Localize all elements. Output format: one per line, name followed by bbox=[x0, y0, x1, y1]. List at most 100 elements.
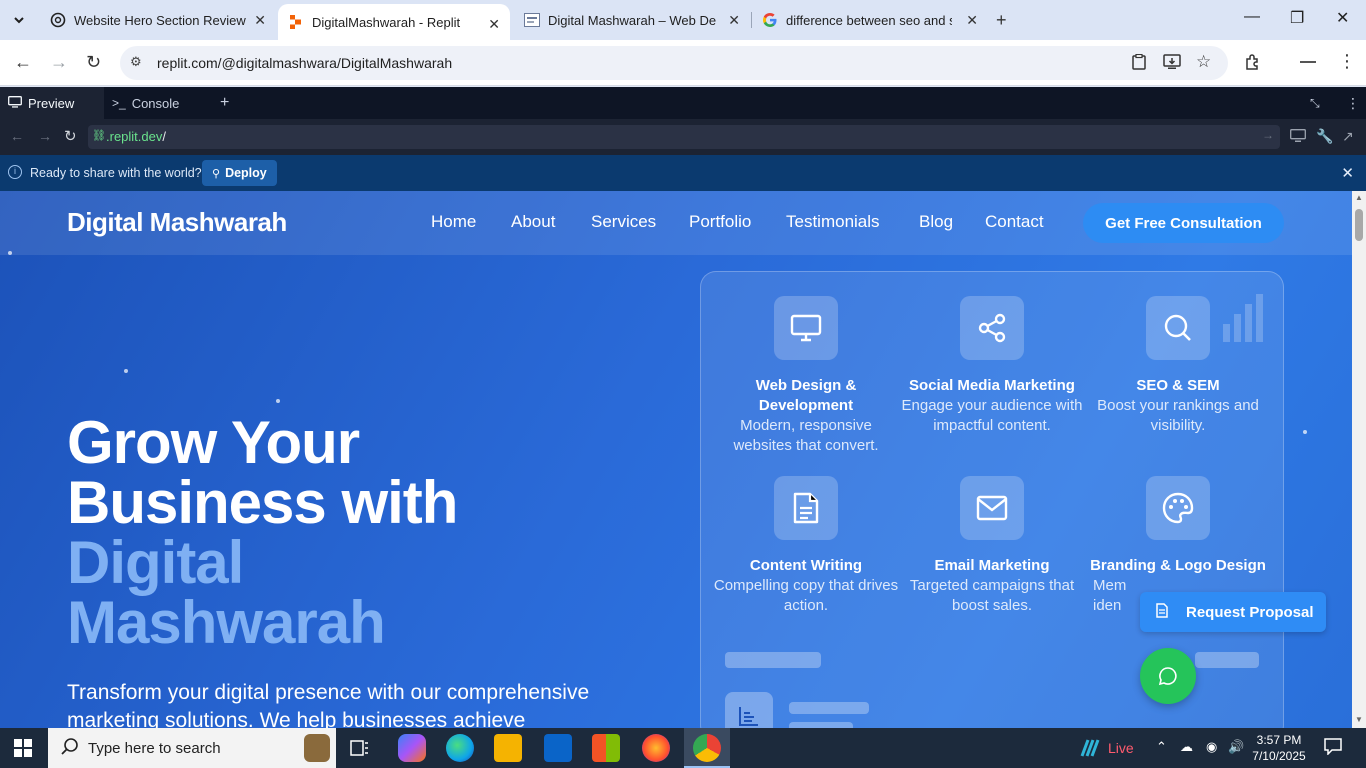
service-name: Social Media Marketing bbox=[909, 377, 1075, 394]
preview-scrollbar[interactable]: ▲ ▼ bbox=[1352, 191, 1366, 728]
chrome-taskbar-button[interactable] bbox=[684, 728, 730, 768]
windows-start-icon[interactable] bbox=[14, 739, 32, 762]
browser-tab-digital-mashwarah[interactable]: Digital Mashwarah – Web Devel ✕ bbox=[514, 0, 750, 40]
back-arrow-icon[interactable]: ← bbox=[14, 52, 32, 73]
get-free-consultation-button[interactable]: Get Free Consultation bbox=[1083, 203, 1284, 243]
close-tab-icon[interactable]: ✕ bbox=[966, 12, 978, 29]
address-bar[interactable]: ⚙ replit.com/@digitalmashwara/DigitalMas… bbox=[120, 46, 1228, 80]
tab-preview[interactable]: Preview bbox=[0, 87, 104, 119]
preview-monitor-icon bbox=[8, 95, 22, 111]
live-indicator[interactable]: Live bbox=[1108, 740, 1134, 756]
site-logo[interactable]: Digital Mashwarah bbox=[67, 207, 287, 238]
edge-browser-icon[interactable] bbox=[446, 734, 474, 762]
nav-blog[interactable]: Blog bbox=[919, 212, 953, 232]
new-tab-plus-icon[interactable]: + bbox=[996, 10, 1007, 31]
analytics-chart-icon bbox=[725, 692, 773, 728]
minimize-window-icon[interactable]: — bbox=[1244, 8, 1260, 26]
install-app-icon[interactable] bbox=[1163, 54, 1181, 74]
palette-icon bbox=[1146, 476, 1210, 540]
devtools-wrench-icon[interactable]: 🔧 bbox=[1316, 128, 1333, 145]
bookmark-star-icon[interactable]: ☆ bbox=[1196, 52, 1211, 72]
tab-search-chevron-icon[interactable] bbox=[6, 8, 32, 32]
request-proposal-label: Request Proposal bbox=[1186, 603, 1314, 621]
nav-home[interactable]: Home bbox=[431, 212, 476, 232]
scroll-up-arrow-icon[interactable]: ▲ bbox=[1355, 193, 1363, 202]
system-clock[interactable]: 3:57 PM 7/10/2025 bbox=[1252, 732, 1306, 764]
nav-about[interactable]: About bbox=[511, 212, 555, 232]
service-card-email-marketing[interactable]: Email Marketing Targeted campaigns that … bbox=[899, 476, 1085, 616]
firefox-browser-icon[interactable] bbox=[642, 734, 670, 762]
preview-back-icon[interactable]: ← bbox=[10, 128, 24, 144]
restore-window-icon[interactable]: ❐ bbox=[1290, 8, 1304, 28]
browser-tab-replit[interactable]: DigitalMashwarah - Replit ✕ bbox=[278, 4, 510, 40]
hero-heading: Grow Your Business with Digital Mashwara… bbox=[67, 409, 458, 653]
close-tab-icon[interactable]: ✕ bbox=[488, 16, 500, 33]
service-card-web-design[interactable]: Web Design & Development Modern, respons… bbox=[713, 296, 899, 456]
pane-menu-icon[interactable]: ⋮ bbox=[1338, 87, 1362, 119]
chat-bubble-icon[interactable] bbox=[1140, 648, 1196, 704]
clipboard-icon[interactable] bbox=[1132, 53, 1146, 74]
browser-tab-hero-review[interactable]: Website Hero Section Review ✕ bbox=[40, 0, 276, 40]
file-explorer-icon[interactable] bbox=[494, 734, 522, 762]
address-url[interactable]: replit.com/@digitalmashwara/DigitalMashw… bbox=[157, 55, 452, 71]
extensions-puzzle-icon[interactable] bbox=[1244, 53, 1262, 75]
open-new-window-icon[interactable]: ↗ bbox=[1342, 128, 1354, 145]
nav-portfolio[interactable]: Portfolio bbox=[689, 212, 751, 232]
notifications-icon[interactable] bbox=[1324, 737, 1342, 758]
network-offline-icon[interactable]: ☁ bbox=[1180, 739, 1193, 755]
service-name: Web Design & Development bbox=[755, 377, 857, 414]
forward-arrow-icon[interactable]: → bbox=[50, 52, 68, 73]
speaker-volume-icon[interactable]: 🔊 bbox=[1228, 739, 1244, 755]
nav-testimonials[interactable]: Testimonials bbox=[786, 212, 880, 232]
tab-label: Preview bbox=[28, 95, 75, 111]
site-settings-icon[interactable]: ⚙ bbox=[130, 54, 142, 70]
close-banner-icon[interactable]: ✕ bbox=[1341, 164, 1354, 182]
taskbar-search-box[interactable]: Type here to search bbox=[48, 728, 336, 768]
document-icon bbox=[1156, 602, 1168, 622]
outlook-app-icon[interactable] bbox=[544, 734, 572, 762]
profile-avatar[interactable] bbox=[1298, 53, 1318, 75]
search-highlight-image bbox=[304, 734, 330, 762]
tab-title: Digital Mashwarah – Web Devel bbox=[548, 12, 716, 28]
browser-tab-google-search[interactable]: difference between seo and sem ✕ bbox=[752, 0, 988, 40]
close-window-icon[interactable]: ✕ bbox=[1336, 8, 1349, 28]
loading-placeholder bbox=[1195, 652, 1259, 668]
close-tab-icon[interactable]: ✕ bbox=[254, 12, 266, 29]
reload-icon[interactable]: ↻ bbox=[86, 52, 101, 73]
camera-app-icon[interactable]: ◉ bbox=[1206, 739, 1217, 755]
preview-reload-icon[interactable]: ↻ bbox=[64, 127, 77, 145]
chrome-browser-icon bbox=[693, 734, 721, 762]
deploy-label: Deploy bbox=[225, 166, 267, 180]
weather-icon[interactable] bbox=[1078, 736, 1102, 765]
show-hidden-icons-chevron-icon[interactable]: ⌃ bbox=[1156, 739, 1167, 755]
go-arrow-icon[interactable]: → bbox=[1262, 128, 1274, 142]
add-tab-plus-icon[interactable]: + bbox=[212, 87, 242, 119]
scrollbar-thumb[interactable] bbox=[1355, 209, 1363, 241]
hero-line-1: Grow Your bbox=[67, 409, 360, 476]
service-desc: Modern, responsive websites that convert… bbox=[733, 417, 879, 454]
decorative-dot bbox=[276, 399, 280, 403]
preview-url-input[interactable]: ⛓ .replit.dev/ → bbox=[88, 125, 1280, 149]
device-view-icon[interactable] bbox=[1290, 129, 1306, 148]
request-proposal-button[interactable]: Request Proposal bbox=[1140, 592, 1326, 632]
microsoft-store-icon[interactable] bbox=[592, 734, 620, 762]
loading-placeholder bbox=[789, 702, 869, 714]
copilot-app-icon[interactable] bbox=[398, 734, 426, 762]
collapse-arrows-icon[interactable]: ⤡ bbox=[1302, 87, 1332, 119]
deploy-button[interactable]: ⚲ Deploy bbox=[202, 160, 277, 186]
service-card-social-media[interactable]: Social Media Marketing Engage your audie… bbox=[899, 296, 1085, 436]
service-card-seo-sem[interactable]: SEO & SEM Boost your rankings and visibi… bbox=[1085, 296, 1271, 436]
deploy-rocket-icon: ⚲ bbox=[212, 167, 221, 180]
task-view-icon[interactable] bbox=[350, 738, 378, 766]
clock-date: 7/10/2025 bbox=[1252, 749, 1306, 763]
browser-menu-icon[interactable]: ⋮ bbox=[1338, 51, 1356, 72]
nav-contact[interactable]: Contact bbox=[985, 212, 1044, 232]
preview-forward-icon[interactable]: → bbox=[38, 128, 52, 144]
scroll-down-arrow-icon[interactable]: ▼ bbox=[1355, 715, 1363, 724]
search-icon bbox=[1146, 296, 1210, 360]
close-tab-icon[interactable]: ✕ bbox=[728, 12, 740, 29]
nav-services[interactable]: Services bbox=[591, 212, 656, 232]
replit-pane-tabs: Preview >_ Console + ⤡ ⋮ bbox=[0, 87, 1366, 119]
service-card-content-writing[interactable]: Content Writing Compelling copy that dri… bbox=[713, 476, 899, 616]
tab-console[interactable]: >_ Console bbox=[104, 87, 208, 119]
